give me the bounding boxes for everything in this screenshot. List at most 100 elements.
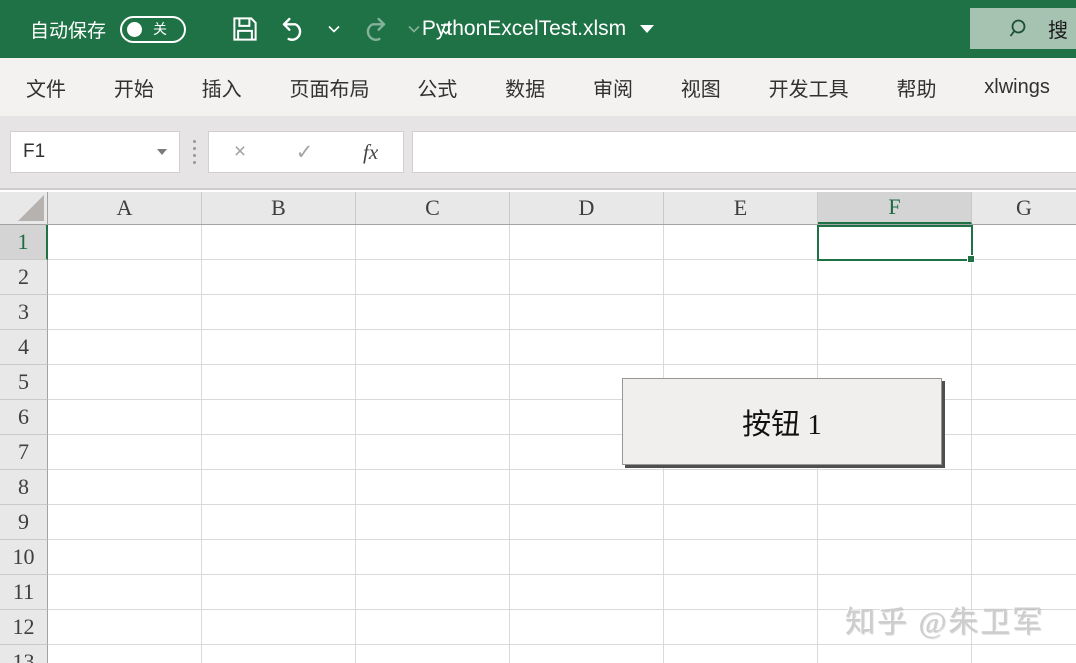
cell-E10[interactable] <box>664 540 818 575</box>
redo-button[interactable] <box>358 13 390 45</box>
row-header-6[interactable]: 6 <box>0 400 48 435</box>
cell-B7[interactable] <box>202 435 356 470</box>
ribbon-tab-insert[interactable]: 插入 <box>202 73 242 102</box>
cell-E13[interactable] <box>664 645 818 663</box>
cell-G12[interactable] <box>972 610 1076 645</box>
cell-B4[interactable] <box>202 330 356 365</box>
cell-E8[interactable] <box>664 470 818 505</box>
window-title-button[interactable]: PythonExcelTest.xlsm <box>422 17 654 41</box>
cell-F13[interactable] <box>818 645 972 663</box>
cell-E2[interactable] <box>664 260 818 295</box>
save-button[interactable] <box>230 14 260 44</box>
cell-A1[interactable] <box>48 225 202 260</box>
cell-D1[interactable] <box>510 225 664 260</box>
column-header-A[interactable]: A <box>48 192 202 224</box>
row-header-9[interactable]: 9 <box>0 505 48 540</box>
cell-A10[interactable] <box>48 540 202 575</box>
search-box[interactable]: 搜 <box>970 8 1076 49</box>
cell-B13[interactable] <box>202 645 356 663</box>
row-header-1[interactable]: 1 <box>0 225 48 260</box>
cell-G11[interactable] <box>972 575 1076 610</box>
cell-B11[interactable] <box>202 575 356 610</box>
cell-F8[interactable] <box>818 470 972 505</box>
cell-E3[interactable] <box>664 295 818 330</box>
ribbon-tab-xlwings[interactable]: xlwings <box>984 76 1050 99</box>
cell-A4[interactable] <box>48 330 202 365</box>
ribbon-tab-page-layout[interactable]: 页面布局 <box>289 73 369 102</box>
cell-C1[interactable] <box>356 225 510 260</box>
column-header-C[interactable]: C <box>356 192 510 224</box>
row-header-5[interactable]: 5 <box>0 365 48 400</box>
ribbon-tab-file[interactable]: 文件 <box>26 73 66 102</box>
column-header-B[interactable]: B <box>202 192 356 224</box>
cell-A9[interactable] <box>48 505 202 540</box>
cell-B9[interactable] <box>202 505 356 540</box>
cell-D11[interactable] <box>510 575 664 610</box>
cell-B3[interactable] <box>202 295 356 330</box>
column-header-F[interactable]: F <box>818 192 972 224</box>
row-header-7[interactable]: 7 <box>0 435 48 470</box>
row-header-3[interactable]: 3 <box>0 295 48 330</box>
cell-F3[interactable] <box>818 295 972 330</box>
cell-D4[interactable] <box>510 330 664 365</box>
ribbon-tab-help[interactable]: 帮助 <box>896 73 936 102</box>
cell-D3[interactable] <box>510 295 664 330</box>
cell-F4[interactable] <box>818 330 972 365</box>
ribbon-tab-home[interactable]: 开始 <box>114 73 154 102</box>
undo-dropdown-button[interactable] <box>328 25 340 33</box>
cell-B12[interactable] <box>202 610 356 645</box>
column-header-G[interactable]: G <box>972 192 1076 224</box>
ribbon-tab-view[interactable]: 视图 <box>681 73 721 102</box>
cell-E4[interactable] <box>664 330 818 365</box>
ribbon-tab-developer[interactable]: 开发工具 <box>769 73 849 102</box>
ribbon-tab-data[interactable]: 数据 <box>505 73 545 102</box>
column-header-D[interactable]: D <box>510 192 664 224</box>
autosave-toggle[interactable]: 关 <box>120 16 186 43</box>
cell-G7[interactable] <box>972 435 1076 470</box>
cell-D8[interactable] <box>510 470 664 505</box>
cell-B1[interactable] <box>202 225 356 260</box>
cell-E12[interactable] <box>664 610 818 645</box>
row-header-2[interactable]: 2 <box>0 260 48 295</box>
cell-D2[interactable] <box>510 260 664 295</box>
ribbon-tab-formulas[interactable]: 公式 <box>417 73 457 102</box>
cell-B5[interactable] <box>202 365 356 400</box>
cell-A11[interactable] <box>48 575 202 610</box>
column-header-E[interactable]: E <box>664 192 818 224</box>
cell-C10[interactable] <box>356 540 510 575</box>
cell-C4[interactable] <box>356 330 510 365</box>
row-header-12[interactable]: 12 <box>0 610 48 645</box>
row-header-8[interactable]: 8 <box>0 470 48 505</box>
name-box[interactable]: F1 <box>10 131 180 173</box>
cell-C8[interactable] <box>356 470 510 505</box>
ribbon-tab-review[interactable]: 审阅 <box>593 73 633 102</box>
cell-F12[interactable] <box>818 610 972 645</box>
cell-G13[interactable] <box>972 645 1076 663</box>
cell-G5[interactable] <box>972 365 1076 400</box>
cell-A8[interactable] <box>48 470 202 505</box>
cell-B8[interactable] <box>202 470 356 505</box>
cell-B2[interactable] <box>202 260 356 295</box>
cell-F1[interactable] <box>818 225 972 260</box>
row-header-11[interactable]: 11 <box>0 575 48 610</box>
insert-function-button[interactable]: fx <box>363 140 378 165</box>
row-header-10[interactable]: 10 <box>0 540 48 575</box>
cell-A2[interactable] <box>48 260 202 295</box>
cell-A3[interactable] <box>48 295 202 330</box>
cell-F10[interactable] <box>818 540 972 575</box>
cell-C9[interactable] <box>356 505 510 540</box>
select-all-button[interactable] <box>0 192 48 224</box>
row-header-4[interactable]: 4 <box>0 330 48 365</box>
cell-G10[interactable] <box>972 540 1076 575</box>
cell-C3[interactable] <box>356 295 510 330</box>
cell-C7[interactable] <box>356 435 510 470</box>
cell-A7[interactable] <box>48 435 202 470</box>
cell-G1[interactable] <box>972 225 1076 260</box>
undo-button[interactable] <box>278 13 310 45</box>
cell-F9[interactable] <box>818 505 972 540</box>
redo-dropdown-button[interactable] <box>408 25 420 33</box>
cell-B10[interactable] <box>202 540 356 575</box>
cell-A5[interactable] <box>48 365 202 400</box>
cell-A13[interactable] <box>48 645 202 663</box>
row-header-13[interactable]: 13 <box>0 645 48 663</box>
